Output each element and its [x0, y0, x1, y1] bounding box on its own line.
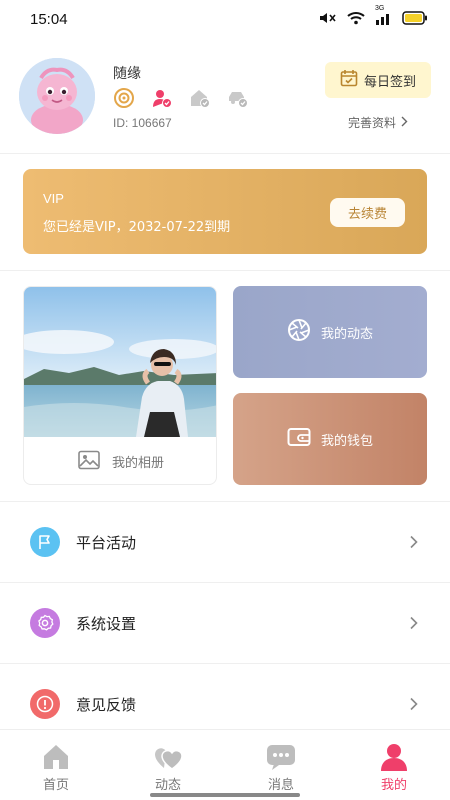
chevron-right-icon — [409, 615, 418, 634]
person-icon — [379, 742, 409, 772]
info-icon — [30, 689, 60, 719]
image-icon — [78, 450, 100, 474]
aperture-icon — [287, 318, 311, 346]
menu-label: 系统设置 — [76, 615, 137, 633]
vip-expiry-text: 您已经是VIP，2032-07-22到期 — [43, 220, 231, 235]
signal-icon: 3G — [375, 5, 393, 26]
album-label: 我的相册 — [111, 456, 164, 471]
album-label-row: 我的相册 — [24, 437, 216, 484]
daily-checkin-button[interactable]: 每日签到 — [325, 62, 431, 98]
tab-label: 消息 — [267, 778, 294, 793]
vip-title: VIP — [43, 191, 64, 206]
wifi-icon — [346, 10, 366, 26]
album-cover-photo — [24, 287, 216, 437]
my-wallet-tile[interactable]: 我的钱包 — [233, 393, 427, 485]
flag-icon — [30, 527, 60, 557]
chat-icon — [266, 742, 296, 772]
chevron-right-icon — [409, 696, 418, 715]
menu-label: 意见反馈 — [76, 696, 137, 714]
menu-item-platform-activities[interactable]: 平台活动 — [0, 502, 450, 582]
status-bar: 15:04 3G — [0, 0, 450, 40]
divider — [0, 270, 450, 271]
wallet-label: 我的钱包 — [320, 433, 373, 449]
tab-home[interactable]: 首页 — [0, 730, 112, 800]
profile-header: 随缘 ID: 106667 每日签到 完善资料 — [0, 52, 450, 152]
complete-profile-label: 完善资料 — [348, 116, 397, 130]
complete-profile-link[interactable]: 完善资料 — [348, 114, 408, 131]
tab-label: 首页 — [42, 778, 69, 793]
menu-item-system-settings[interactable]: 系统设置 — [0, 583, 450, 663]
battery-icon — [402, 11, 428, 25]
chevron-right-icon — [400, 116, 408, 130]
status-icons: 3G — [317, 5, 428, 26]
avatar[interactable] — [19, 58, 95, 134]
target-badge-icon — [112, 86, 136, 110]
user-id: ID: 106667 — [113, 116, 172, 130]
status-time: 15:04 — [30, 11, 68, 28]
tab-label: 我的 — [380, 778, 407, 793]
my-album-card[interactable]: 我的相册 — [23, 286, 217, 485]
menu-label: 平台活动 — [76, 534, 137, 552]
renew-button[interactable]: 去续费 — [330, 198, 405, 227]
car-check-icon — [226, 86, 250, 110]
gear-icon — [30, 608, 60, 638]
mute-icon — [317, 10, 337, 26]
home-icon — [41, 742, 71, 772]
house-check-icon — [188, 86, 212, 110]
bottom-tab-bar: 首页 动态 消息 我的 — [0, 729, 450, 800]
my-moments-tile[interactable]: 我的动态 — [233, 286, 427, 378]
tab-messages[interactable]: 消息 — [225, 730, 337, 800]
badge-row — [112, 86, 250, 110]
tab-moments[interactable]: 动态 — [112, 730, 224, 800]
tab-label: 动态 — [154, 778, 181, 793]
verified-person-icon — [150, 86, 174, 110]
tab-profile[interactable]: 我的 — [338, 730, 450, 800]
moments-label: 我的动态 — [320, 326, 373, 342]
home-indicator[interactable] — [150, 793, 300, 797]
vip-card: VIP 您已经是VIP，2032-07-22到期 去续费 — [23, 169, 427, 254]
hearts-icon — [153, 742, 183, 772]
checkin-label: 每日签到 — [363, 74, 416, 90]
chevron-right-icon — [409, 534, 418, 553]
calendar-check-icon — [340, 69, 358, 91]
wallet-icon — [287, 426, 311, 452]
divider — [0, 153, 450, 154]
nickname: 随缘 — [113, 66, 141, 82]
network-type: 3G — [375, 5, 385, 12]
